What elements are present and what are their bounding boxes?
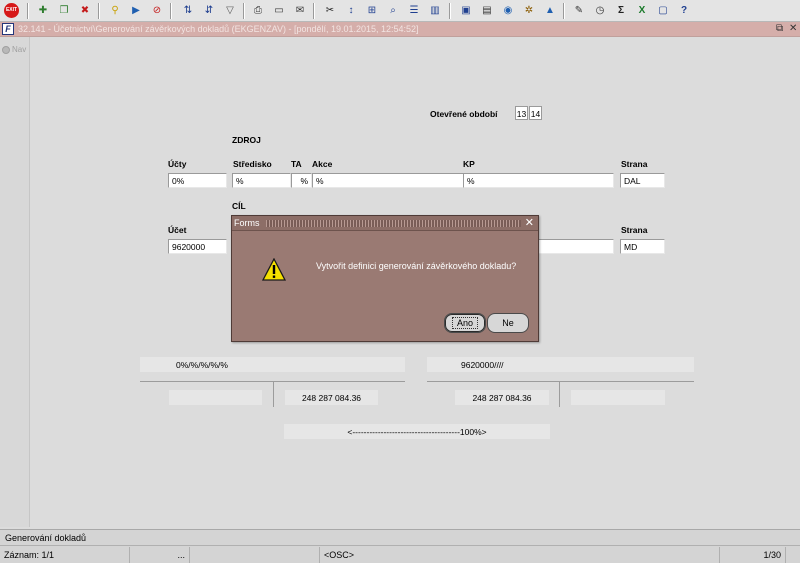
source-side-field[interactable]: DAL xyxy=(620,173,665,188)
print-icon[interactable]: ⎙ xyxy=(250,3,266,19)
filter-icon[interactable]: ▽ xyxy=(222,3,238,19)
divider xyxy=(273,381,274,407)
right-summary-empty xyxy=(571,390,665,405)
action-label: Akce xyxy=(312,159,333,169)
mode-indicator: <OSC> xyxy=(320,547,720,563)
toolbar: EXIT ✚ ❐ ✖ ⚲ ▶ ⊘ ⇅ ⇵ ▽ ⎙ ▭ ✉ ✂ ↕ ⊞ ⌕ ☰ ▥… xyxy=(0,0,800,22)
close-window-icon[interactable]: ✕ xyxy=(789,23,797,34)
query-icon[interactable]: ⚲ xyxy=(107,3,123,19)
confirmation-dialog: Forms ✕ Vytvořit definici generování záv… xyxy=(231,215,539,342)
settings-icon[interactable]: ✲ xyxy=(521,3,537,19)
cancel-query-icon[interactable]: ⊘ xyxy=(149,3,165,19)
kp-label: KP xyxy=(463,159,475,169)
new-record-icon[interactable]: ✚ xyxy=(35,3,51,19)
cost-center-label: Středisko xyxy=(233,159,272,169)
move-icon[interactable]: ↕ xyxy=(343,3,359,19)
toolbar-separator xyxy=(449,3,451,19)
source-accounts-field[interactable]: 0% xyxy=(168,173,227,188)
export-icon[interactable]: ▣ xyxy=(458,3,474,19)
window-title-bar: F 32.141 - Účetnictví\Generování závěrko… xyxy=(0,22,800,37)
left-summary-empty xyxy=(169,390,262,405)
exit-button[interactable]: EXIT xyxy=(4,3,19,18)
toolbar-separator xyxy=(313,3,315,19)
window-icon[interactable]: ▢ xyxy=(655,3,671,19)
left-navigation: Nav xyxy=(0,37,30,527)
yes-button-label: Ano xyxy=(451,317,478,329)
list-icon[interactable]: ☰ xyxy=(406,3,422,19)
nav-label: Nav xyxy=(12,45,27,54)
columns-icon[interactable]: ▥ xyxy=(427,3,443,19)
left-amount-display: 248 287 084.36 xyxy=(285,390,378,405)
help-icon[interactable]: ? xyxy=(676,3,692,19)
side-label: Strana xyxy=(621,159,648,169)
sort-ascending-icon[interactable]: ⇅ xyxy=(180,3,196,19)
find-icon[interactable]: ⌕ xyxy=(385,3,401,19)
divider xyxy=(559,381,560,407)
source-mask-display: 0%/%/%/%/% xyxy=(140,357,405,372)
period-13[interactable]: 13 xyxy=(515,106,528,120)
target-account-field[interactable]: 9620000 xyxy=(168,239,227,254)
period-14[interactable]: 14 xyxy=(529,106,542,120)
attachment-icon[interactable]: ▭ xyxy=(271,3,287,19)
right-amount-display: 248 287 084.36 xyxy=(455,390,549,405)
close-icon[interactable]: ✕ xyxy=(525,216,534,230)
restore-window-icon[interactable]: ⧉ xyxy=(776,23,783,34)
window-title: 32.141 - Účetnictví\Generování závěrkový… xyxy=(18,24,419,34)
toolbar-separator xyxy=(170,3,172,19)
source-header: ZDROJ xyxy=(232,135,261,145)
divider xyxy=(427,381,694,382)
ta-label: TA xyxy=(291,159,302,169)
cut-icon[interactable]: ✂ xyxy=(322,3,338,19)
globe-icon[interactable]: ◉ xyxy=(500,3,516,19)
nav-icon xyxy=(2,45,10,54)
status-ellipsis: ... xyxy=(130,547,190,563)
record-counter: Záznam: 1/1 xyxy=(0,547,130,563)
source-cost-center-field[interactable]: % xyxy=(232,173,291,188)
notes-icon[interactable]: ▤ xyxy=(479,3,495,19)
edit-icon[interactable]: ✎ xyxy=(571,3,587,19)
accounts-label: Účty xyxy=(168,159,187,169)
clock-icon[interactable]: ◷ xyxy=(592,3,608,19)
source-ta-field[interactable]: % xyxy=(291,173,312,188)
dialog-message: Vytvořit definici generování závěrkového… xyxy=(316,261,517,271)
yes-button[interactable]: Ano xyxy=(444,313,486,333)
delete-record-icon[interactable]: ✖ xyxy=(77,3,93,19)
target-header: CÍL xyxy=(232,201,246,211)
open-period-label: Otevřené období xyxy=(430,109,498,119)
dialog-title: Forms xyxy=(234,218,260,228)
status-empty xyxy=(190,547,320,563)
drag-handle[interactable] xyxy=(266,220,521,227)
target-mask-display: 9620000//// xyxy=(427,357,694,372)
toolbar-separator xyxy=(243,3,245,19)
excel-icon[interactable]: X xyxy=(634,3,650,19)
toolbar-separator xyxy=(563,3,565,19)
progress-indicator: <--------------------------------------1… xyxy=(284,424,550,439)
status-bar: Generování dokladů Záznam: 1/1 ... <OSC>… xyxy=(0,529,800,563)
target-side-field[interactable]: MD xyxy=(620,239,665,254)
warning-icon xyxy=(262,258,286,281)
source-kp-field[interactable]: % xyxy=(463,173,614,188)
execute-query-icon[interactable]: ▶ xyxy=(128,3,144,19)
sort-descending-icon[interactable]: ⇵ xyxy=(201,3,217,19)
toolbar-separator xyxy=(98,3,100,19)
account-label: Účet xyxy=(168,225,187,235)
sum-icon[interactable]: Σ xyxy=(613,3,629,19)
toolbar-separator xyxy=(27,3,29,19)
duplicate-record-icon[interactable]: ❐ xyxy=(56,3,72,19)
dialog-title-bar[interactable]: Forms ✕ xyxy=(232,216,538,231)
no-button[interactable]: Ne xyxy=(487,313,529,333)
mail-icon[interactable]: ✉ xyxy=(292,3,308,19)
target-side-label: Strana xyxy=(621,225,648,235)
status-message: Generování dokladů xyxy=(0,530,800,546)
chart-icon[interactable]: ▲ xyxy=(542,3,558,19)
nav-button[interactable]: Nav xyxy=(2,45,26,54)
page-counter: 1/30 xyxy=(720,547,786,563)
tree-icon[interactable]: ⊞ xyxy=(364,3,380,19)
source-action-field[interactable]: % xyxy=(312,173,464,188)
forms-app-icon: F xyxy=(2,23,14,35)
